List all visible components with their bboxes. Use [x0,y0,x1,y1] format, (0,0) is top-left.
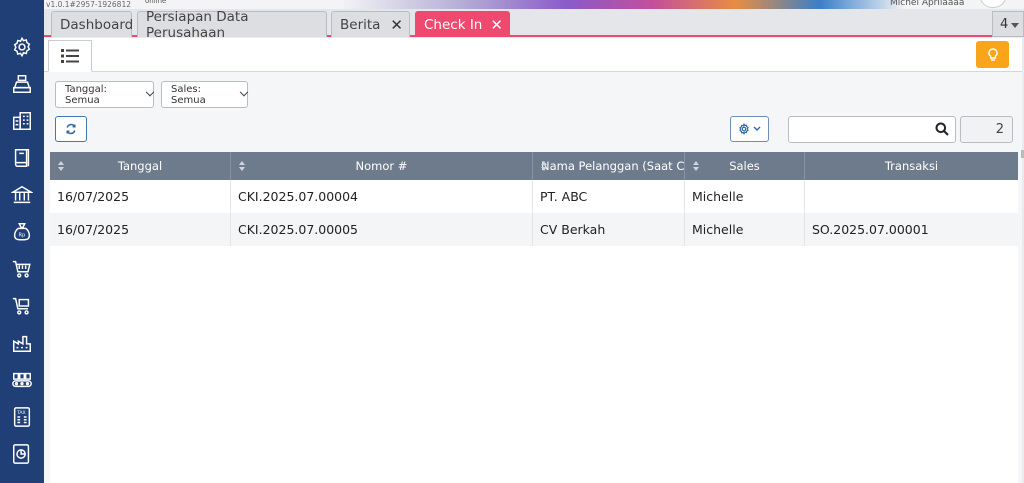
sales-filter-dropdown[interactable]: Sales: Semua [161,81,249,108]
column-settings-button[interactable] [730,116,769,142]
buildings-icon[interactable] [8,107,36,135]
cell-transaksi[interactable]: SO.2025.07.00001 [805,213,1018,246]
tab-label: Dashboard [60,16,134,33]
tab-berita[interactable]: Berita ✕ [331,11,410,37]
chevron-down-icon [239,87,249,96]
refresh-icon [66,123,76,135]
tab-label: Persiapan Data Perusahaan [146,8,249,41]
left-sidebar: Rp TAX [0,0,44,483]
column-header-nama-pelanggan[interactable]: Nama Pelanggan (Saat C... [533,152,685,180]
sort-icon[interactable] [58,161,65,171]
record-count: 2 [960,116,1013,143]
close-icon[interactable]: ✕ [390,16,403,34]
sort-icon[interactable] [239,161,246,171]
view-toolbar [44,38,1022,72]
tab-count-value: 4 [1000,16,1009,32]
header-banner [344,0,904,9]
tab-persiapan-data-perusahaan[interactable]: Persiapan Data Perusahaan [137,9,327,41]
tab-label: Berita [340,16,381,33]
search-icon[interactable] [935,122,949,136]
cell-sales: Michelle [685,180,805,213]
book-icon[interactable] [8,144,36,172]
sales-filter-label: Sales: Semua [171,83,206,106]
date-filter-dropdown[interactable]: Tanggal: Semua [55,81,155,108]
chevron-down-icon [145,87,155,96]
app-version: v1.0.1#2957-1926812 [46,0,132,9]
sort-icon[interactable] [693,161,700,171]
cell-pelanggan: PT. ABC [533,180,685,213]
column-header-nomor[interactable]: Nomor # [231,152,533,180]
table-row[interactable]: 16/07/2025 CKI.2025.07.00004 PT. ABC Mic… [50,180,1018,213]
bank-icon[interactable] [8,181,36,209]
close-icon[interactable]: ✕ [490,16,503,34]
table-row[interactable]: 16/07/2025 CKI.2025.07.00005 CV Berkah M… [50,213,1018,246]
cell-sales: Michelle [685,213,805,246]
cell-pelanggan: CV Berkah [533,213,685,246]
table-header: Tanggal Nomor # Nama Pelanggan (Saat C..… [50,152,1018,180]
gear-icon[interactable] [8,33,36,61]
cart-box-icon[interactable] [8,292,36,320]
search-field[interactable] [788,116,956,143]
conveyor-icon[interactable] [8,366,36,394]
refresh-button[interactable] [55,116,87,142]
svg-text:Rp: Rp [19,233,26,239]
money-bag-icon[interactable]: Rp [8,218,36,246]
list-view-button[interactable] [48,40,92,72]
check-in-table: Tanggal Nomor # Nama Pelanggan (Saat C..… [50,152,1018,483]
cell-tanggal: 16/07/2025 [50,213,231,246]
tax-calculator-icon[interactable]: TAX [8,403,36,431]
gear-icon [739,123,749,135]
column-header-label: Tanggal [117,159,163,173]
tips-button[interactable] [976,41,1009,68]
factory-icon[interactable] [8,329,36,357]
chevron-down-icon [753,126,761,131]
list-icon [61,49,79,63]
cell-nomor: CKI.2025.07.00004 [231,180,533,213]
tab-count-dropdown[interactable]: 4 [992,11,1024,37]
sort-icon[interactable] [541,161,548,171]
column-header-label: Nama Pelanggan (Saat C... [541,159,684,173]
date-filter-label: Tanggal: Semua [65,83,107,106]
tab-bar: Dashboard Persiapan Data Perusahaan Beri… [44,9,1024,41]
check-in-panel: Tanggal: Semua Sales: Semua 2 Tanggal No… [44,38,1024,483]
cell-nomor: CKI.2025.07.00005 [231,213,533,246]
lightbulb-icon [987,47,998,61]
search-input[interactable] [789,117,929,142]
column-header-label: Nomor # [355,159,408,173]
column-header-tanggal[interactable]: Tanggal [50,152,231,180]
column-header-label: Transaksi [884,159,939,173]
tab-dashboard[interactable]: Dashboard [51,11,134,37]
user-name[interactable]: Michel Aprilaaaa [890,0,964,8]
svg-text:TAX: TAX [16,410,26,416]
column-header-sales[interactable]: Sales [685,152,805,180]
report-chart-icon[interactable] [8,440,36,468]
tab-check-in[interactable]: Check In ✕ [415,11,510,37]
cash-register-icon[interactable] [8,70,36,98]
shopping-cart-icon[interactable] [8,255,36,283]
cell-tanggal: 16/07/2025 [50,180,231,213]
cell-transaksi[interactable] [805,180,1018,213]
column-header-label: Sales [729,159,760,173]
tab-label: Check In [424,16,483,33]
online-status: online [145,0,167,5]
column-header-transaksi[interactable]: Transaksi [805,152,1018,180]
